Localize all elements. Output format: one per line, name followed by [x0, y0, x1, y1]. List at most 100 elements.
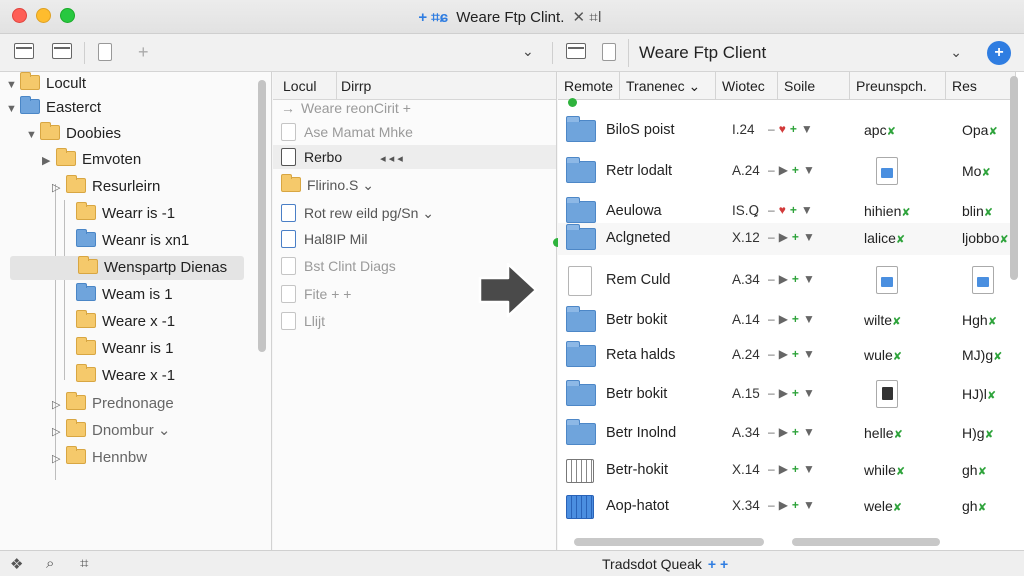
- local-file-row[interactable]: Llijt: [281, 309, 325, 333]
- disclosure-open-icon[interactable]: ▼: [6, 73, 20, 97]
- transfer-controls[interactable]: –▶+▼: [768, 425, 819, 439]
- local-file-row[interactable]: Hal8IP Mil: [281, 227, 368, 251]
- server-folder-icon[interactable]: [566, 43, 586, 61]
- queue-add-icon[interactable]: + +: [708, 556, 728, 572]
- transfer-arrow-icon[interactable]: [478, 262, 540, 318]
- tree-item[interactable]: ▼ Doobies: [26, 122, 121, 146]
- play-icon[interactable]: ♥: [779, 203, 790, 217]
- remote-folder-icon[interactable]: [52, 43, 72, 61]
- add-icon[interactable]: +: [792, 347, 803, 361]
- transfer-controls[interactable]: –▶+▼: [768, 163, 819, 177]
- column-header[interactable]: Soile: [778, 72, 850, 100]
- transfer-controls[interactable]: –▶+▼: [768, 347, 819, 361]
- toolbar-dropdown-chevron-icon[interactable]: ⌄: [522, 43, 534, 60]
- local-file-row[interactable]: Fite + +: [281, 282, 351, 306]
- transfer-controls[interactable]: –▶+▼: [768, 230, 819, 244]
- chevron-down-icon[interactable]: ▼: [803, 462, 819, 476]
- column-header[interactable]: Tranenec ⌄: [620, 72, 716, 100]
- transfer-controls[interactable]: –▶+▼: [768, 498, 819, 512]
- transfer-controls[interactable]: –♥+▼: [768, 122, 817, 136]
- remote-horizontal-scrollbar[interactable]: [792, 538, 940, 546]
- title-suffix-glyph[interactable]: ✕ ⌗ǀ: [573, 9, 602, 26]
- remote-file-row[interactable]: Aop-hatot X.34 –▶+▼ wele✘ gh✘: [558, 488, 1016, 526]
- add-icon[interactable]: +: [792, 425, 803, 439]
- grid-icon[interactable]: ⌗: [80, 555, 88, 572]
- tree-item[interactable]: Wenspartp Dienas: [10, 256, 244, 280]
- add-icon[interactable]: +: [138, 43, 158, 61]
- tree-item[interactable]: Weanr is 1: [76, 337, 173, 361]
- play-icon[interactable]: ▶: [779, 498, 792, 512]
- disclosure-closed-icon[interactable]: ▶: [42, 149, 56, 173]
- add-icon[interactable]: +: [792, 272, 803, 286]
- address-dropdown[interactable]: Weare Ftp Client ⌄: [628, 39, 972, 67]
- add-icon[interactable]: +: [792, 230, 803, 244]
- add-icon[interactable]: +: [792, 498, 803, 512]
- chevron-down-icon[interactable]: ▼: [803, 163, 819, 177]
- remote-file-row[interactable]: Betr bokit A.15 –▶+▼ HJ)l✘: [558, 376, 1016, 414]
- disclosure-open-icon[interactable]: ▼: [26, 123, 40, 147]
- search-icon[interactable]: ⌕: [46, 555, 54, 572]
- tree-scrollbar[interactable]: [258, 80, 266, 352]
- tree-item[interactable]: ▼ Easterct: [6, 96, 101, 120]
- remote-file-row[interactable]: Aclgneted X.12 –▶+▼ lalice✘ ljobbo✘: [558, 223, 1016, 255]
- chevron-down-icon[interactable]: ▼: [801, 122, 817, 136]
- disclosure-closed-icon[interactable]: ▷: [52, 447, 66, 471]
- remote-file-row[interactable]: Reta halds A.24 –▶+▼ wule✘ MJ)g✘: [558, 337, 1016, 375]
- local-file-row[interactable]: Flirino.S ⌄: [281, 173, 374, 197]
- tree-item[interactable]: Weare x -1: [76, 310, 175, 334]
- chevron-down-icon[interactable]: ▼: [803, 312, 819, 326]
- add-icon[interactable]: +: [792, 386, 803, 400]
- play-icon[interactable]: ♥: [779, 122, 790, 136]
- disclosure-closed-icon[interactable]: ▷: [52, 420, 66, 444]
- tree-item[interactable]: ▼ Locult: [6, 72, 86, 96]
- transfer-controls[interactable]: –▶+▼: [768, 386, 819, 400]
- transfer-queue-label[interactable]: Tradsdot Queak + +: [602, 556, 728, 572]
- local-file-row[interactable]: → Weare reonCirit +: [281, 96, 411, 120]
- column-header[interactable]: Res: [946, 72, 1016, 100]
- tree-item[interactable]: ▶ Emvoten: [42, 148, 141, 172]
- transfer-controls[interactable]: –▶+▼: [768, 312, 819, 326]
- server-document-icon[interactable]: [602, 43, 622, 61]
- play-icon[interactable]: ▶: [779, 462, 792, 476]
- chevron-down-icon[interactable]: ▼: [803, 425, 819, 439]
- disclosure-closed-icon[interactable]: ▷: [52, 393, 66, 417]
- chevron-down-icon[interactable]: ▼: [803, 498, 819, 512]
- chevron-down-icon[interactable]: ▼: [803, 347, 819, 361]
- local-file-row[interactable]: Ase Mamat Mhke: [281, 120, 413, 144]
- chevron-down-icon[interactable]: ▼: [803, 272, 819, 286]
- remote-file-row[interactable]: Rem Culd A.34 –▶+▼: [558, 262, 1016, 300]
- row-controls-icon[interactable]: ◂ ◂ ◂: [380, 153, 403, 165]
- chevron-down-icon[interactable]: ▼: [803, 230, 819, 244]
- transfer-controls[interactable]: –▶+▼: [768, 462, 819, 476]
- add-icon[interactable]: +: [790, 122, 801, 136]
- transfer-controls[interactable]: –▶+▼: [768, 272, 819, 286]
- remote-file-row[interactable]: BiloS poist I.24 –♥+▼ apc✘ Opa✘: [558, 112, 1016, 150]
- column-header[interactable]: Remote: [558, 72, 620, 100]
- add-icon[interactable]: +: [792, 163, 803, 177]
- play-icon[interactable]: ▶: [779, 386, 792, 400]
- remote-file-row[interactable]: Betr Inolnd A.34 –▶+▼ helle✘ H)g✘: [558, 415, 1016, 453]
- disclosure-open-icon[interactable]: ▼: [6, 97, 20, 121]
- tree-item[interactable]: ▷ Dnombur ⌄: [52, 419, 170, 443]
- column-header[interactable]: Wiotec: [716, 72, 778, 100]
- tree-item[interactable]: ▷ Resurleirn: [52, 175, 160, 199]
- tree-item[interactable]: Weare x -1: [76, 364, 175, 388]
- plus-icon[interactable]: +: [403, 100, 411, 116]
- remote-file-row[interactable]: Betr bokit A.14 –▶+▼ wilte✘ Hgh✘: [558, 302, 1016, 340]
- disclosure-closed-icon[interactable]: ▷: [52, 176, 66, 200]
- remote-vertical-scrollbar[interactable]: [1010, 76, 1018, 280]
- tree-item[interactable]: ▷ Hennbw: [52, 446, 147, 470]
- column-header[interactable]: Preunspch.: [850, 72, 946, 100]
- local-file-row[interactable]: Rot rew eild pg/Sn ⌄: [281, 201, 434, 225]
- play-icon[interactable]: ▶: [779, 230, 792, 244]
- remote-file-row[interactable]: Retr lodalt A.24 –▶+▼ Mo✘: [558, 153, 1016, 191]
- add-connection-button[interactable]: +: [987, 41, 1011, 65]
- play-icon[interactable]: ▶: [779, 425, 792, 439]
- local-folder-icon[interactable]: [14, 43, 34, 61]
- local-file-row[interactable]: Rerbo ◂ ◂ ◂: [273, 145, 556, 169]
- add-icon[interactable]: +: [792, 312, 803, 326]
- add-icon[interactable]: +: [790, 203, 801, 217]
- play-icon[interactable]: ▶: [779, 312, 792, 326]
- tree-item[interactable]: Wearr is -1: [76, 202, 175, 226]
- chevron-down-icon[interactable]: ▼: [803, 386, 819, 400]
